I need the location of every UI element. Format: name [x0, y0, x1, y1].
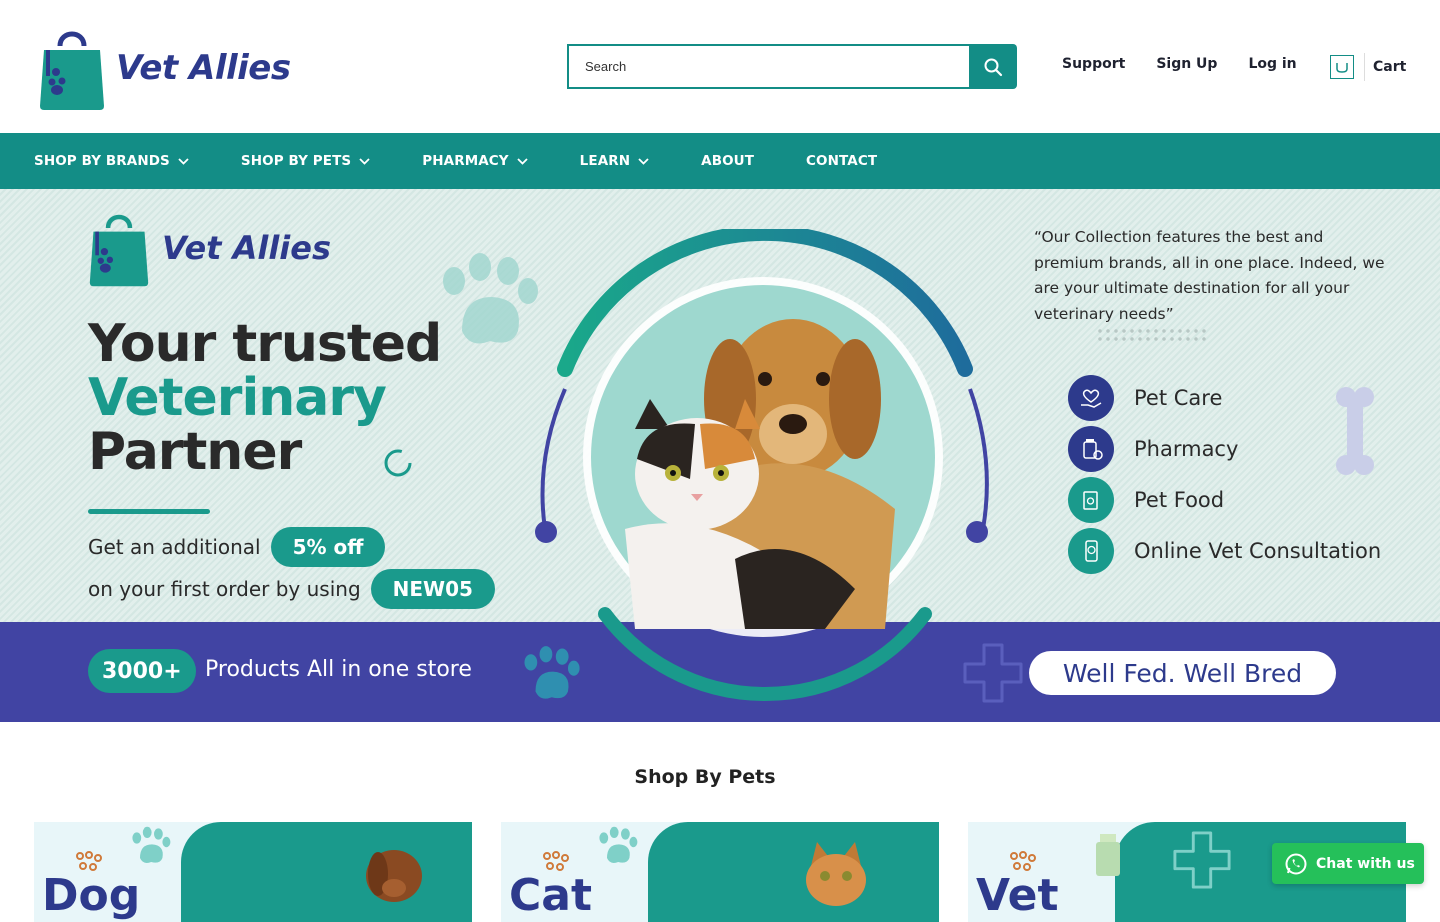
shop-by-pets-title: Shop By Pets [634, 766, 776, 788]
support-link[interactable]: Support [1062, 56, 1125, 72]
nav-label: LEARN [579, 153, 631, 169]
nav-label: SHOP BY BRANDS [34, 153, 170, 169]
nav-shop-by-pets[interactable]: SHOP BY PETS [241, 153, 370, 169]
pet-portrait-illustration [535, 229, 989, 701]
whatsapp-icon [1285, 853, 1307, 874]
card-label: Dog [42, 870, 141, 921]
search-icon [984, 58, 1003, 76]
hero-quote: “Our Collection features the best and pr… [1034, 228, 1385, 323]
chat-label: Chat with us [1316, 855, 1415, 872]
hero-brand-name: Vet Allies [162, 229, 331, 267]
search-input[interactable] [567, 44, 969, 89]
shopping-bag-logo-icon [40, 31, 104, 110]
products-tagline: Products All in one store [205, 657, 472, 682]
offer-line-2: on your first order by using NEW05 [88, 569, 495, 609]
cat-photo-icon [806, 842, 866, 906]
offer-text-1: Get an additional [88, 535, 261, 559]
phone-consult-icon [1068, 528, 1114, 574]
nav-label: PHARMACY [422, 153, 509, 169]
offer-line-1: Get an additional 5% off [88, 527, 386, 567]
headline-line2: Veterinary [88, 368, 387, 428]
chevron-down-icon [638, 157, 649, 165]
brand-name: Vet Allies [116, 48, 291, 88]
cart-divider [1364, 53, 1365, 81]
card-label: Cat [509, 870, 593, 921]
nav-about[interactable]: ABOUT [701, 153, 754, 169]
brand-name-part2: Allies [189, 48, 291, 88]
nav-learn[interactable]: LEARN [580, 153, 649, 169]
signup-link[interactable]: Sign Up [1156, 56, 1217, 72]
nav-label: ABOUT [701, 153, 755, 169]
service-label: Pet Care [1134, 386, 1223, 410]
service-pharmacy: Pharmacy [1068, 426, 1238, 472]
nav-shop-by-brands[interactable]: SHOP BY BRANDS [34, 153, 189, 169]
brand-name-part1: Vet [162, 229, 222, 267]
service-pet-food: Pet Food [1068, 477, 1224, 523]
chevron-down-icon [359, 157, 370, 165]
shopping-bag-logo-icon [89, 214, 149, 287]
login-link[interactable]: Log in [1248, 56, 1296, 72]
bone-decoration-icon [1336, 387, 1374, 475]
main-nav: SHOP BY BRANDS SHOP BY PETS PHARMACY LEA… [0, 133, 1440, 189]
search-button[interactable] [969, 44, 1017, 89]
search-bar [567, 44, 1017, 89]
cart-button[interactable]: Cart [1330, 53, 1406, 81]
headline-underline [88, 509, 210, 514]
chevron-down-icon [178, 157, 189, 165]
service-label: Online Vet Consultation [1134, 539, 1382, 563]
heart-hand-icon [1068, 375, 1114, 421]
ring-decoration-icon [384, 449, 412, 477]
offer-text-2: on your first order by using [88, 577, 361, 601]
cart-icon [1330, 55, 1354, 79]
discount-pill: 5% off [270, 527, 386, 567]
coupon-code-pill: NEW05 [370, 569, 495, 609]
nav-label: CONTACT [806, 153, 878, 169]
paw-decoration-icon [524, 646, 580, 699]
food-bag-icon [1068, 477, 1114, 523]
nav-contact[interactable]: CONTACT [806, 153, 877, 169]
nav-label: SHOP BY PETS [240, 153, 352, 169]
chevron-down-icon [517, 157, 528, 165]
service-online-vet: Online Vet Consultation [1068, 528, 1381, 574]
nav-pharmacy[interactable]: PHARMACY [422, 153, 528, 169]
dots-decoration [1096, 327, 1208, 343]
whatsapp-chat-button[interactable]: Chat with us [1272, 843, 1424, 884]
site-header: Vet Allies Support Sign Up Log in Cart [0, 0, 1440, 133]
medicine-bottle-icon [1096, 834, 1120, 876]
headline-line1: Your trusted [88, 314, 442, 374]
hero-banner[interactable]: Vet Allies Your trusted Veterinary Partn… [0, 189, 1440, 722]
paw-icon [599, 826, 638, 863]
medical-cross-icon [963, 643, 1023, 703]
account-links: Support Sign Up Log in [1062, 56, 1297, 72]
dog-photo-icon [366, 850, 422, 902]
paw-icon [132, 826, 171, 863]
cart-label: Cart [1373, 59, 1407, 75]
category-card-cat[interactable]: Cat [501, 822, 939, 922]
service-label: Pharmacy [1134, 437, 1239, 461]
tagline-badge: Well Fed. Well Bred [1029, 651, 1336, 695]
hero-logo: Vet Allies [88, 209, 331, 287]
products-count-pill: 3000+ [88, 649, 196, 693]
service-label: Pet Food [1134, 488, 1225, 512]
medical-cross-icon [1173, 831, 1231, 889]
brand-name-part1: Vet [116, 48, 178, 88]
service-pet-care: Pet Care [1068, 375, 1222, 421]
medicine-icon [1068, 426, 1114, 472]
category-card-dog[interactable]: Dog [34, 822, 472, 922]
brand-name-part2: Allies [232, 229, 331, 267]
site-logo[interactable]: Vet Allies [38, 26, 291, 110]
card-label: Vet [976, 870, 1059, 921]
